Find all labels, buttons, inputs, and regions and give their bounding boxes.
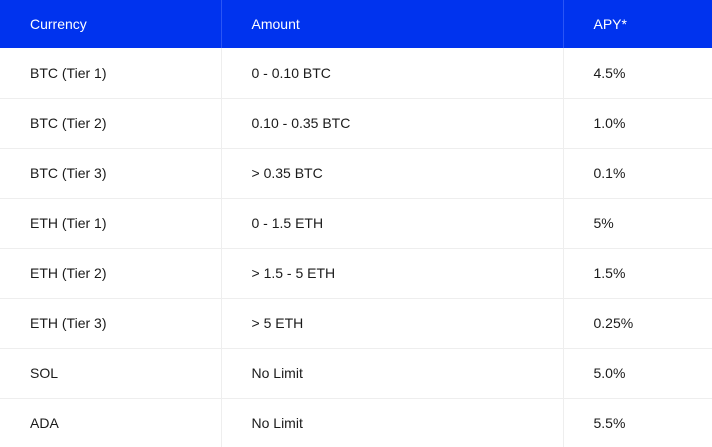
apy-cell: 5%: [563, 198, 712, 249]
table-body: BTC (Tier 1) 0 - 0.10 BTC 4.5% BTC (Tier…: [0, 48, 712, 447]
table-row: ETH (Tier 2) > 1.5 - 5 ETH 1.5%: [0, 248, 712, 299]
table-row: ETH (Tier 1) 0 - 1.5 ETH 5%: [0, 198, 712, 249]
table-row: BTC (Tier 2) 0.10 - 0.35 BTC 1.0%: [0, 98, 712, 149]
column-header-amount: Amount: [221, 0, 564, 48]
currency-cell: BTC (Tier 3): [0, 148, 222, 199]
currency-cell: BTC (Tier 2): [0, 98, 222, 149]
currency-cell: ETH (Tier 2): [0, 248, 222, 299]
apy-cell: 0.25%: [563, 298, 712, 349]
apy-cell: 1.5%: [563, 248, 712, 299]
apy-cell: 5.5%: [593, 415, 626, 432]
header-row: Currency Amount APY*: [0, 0, 712, 48]
currency-cell: BTC (Tier 1): [0, 48, 222, 99]
currency-cell: ETH (Tier 1): [0, 198, 222, 249]
apy-cell: 0.1%: [563, 148, 712, 199]
column-header-currency: Currency: [0, 0, 222, 48]
table-header: Currency Amount APY*: [0, 0, 712, 48]
amount-cell: 0 - 0.10 BTC: [221, 48, 564, 99]
amount-cell: No Limit: [221, 398, 564, 447]
amount-cell: 0 - 1.5 ETH: [221, 198, 564, 249]
amount-cell: > 1.5 - 5 ETH: [221, 248, 564, 299]
amount-cell: > 0.35 BTC: [221, 148, 564, 199]
table-row: BTC (Tier 3) > 0.35 BTC 0.1%: [0, 148, 712, 199]
currency-cell: SOL: [0, 348, 222, 399]
apy-cell: 4.5%: [563, 48, 712, 99]
amount-cell: No Limit: [221, 348, 564, 399]
table-row: BTC (Tier 1) 0 - 0.10 BTC 4.5%: [0, 48, 712, 99]
table-row: ADA No Limit 5.5%: [0, 398, 712, 447]
apy-cell: 5.0%: [563, 348, 712, 399]
currency-cell: ETH (Tier 3): [0, 298, 222, 349]
rates-table: Currency Amount APY* BTC (Tier 1) 0 - 0.…: [0, 0, 712, 447]
currency-cell: ADA: [0, 398, 222, 447]
table-row: ETH (Tier 3) > 5 ETH 0.25%: [0, 298, 712, 349]
table-row: SOL No Limit 5.0%: [0, 348, 712, 399]
column-header-apy: APY*: [563, 0, 712, 48]
amount-cell: > 5 ETH: [221, 298, 564, 349]
apy-cell: 1.0%: [563, 98, 712, 149]
amount-cell: 0.10 - 0.35 BTC: [221, 98, 564, 149]
